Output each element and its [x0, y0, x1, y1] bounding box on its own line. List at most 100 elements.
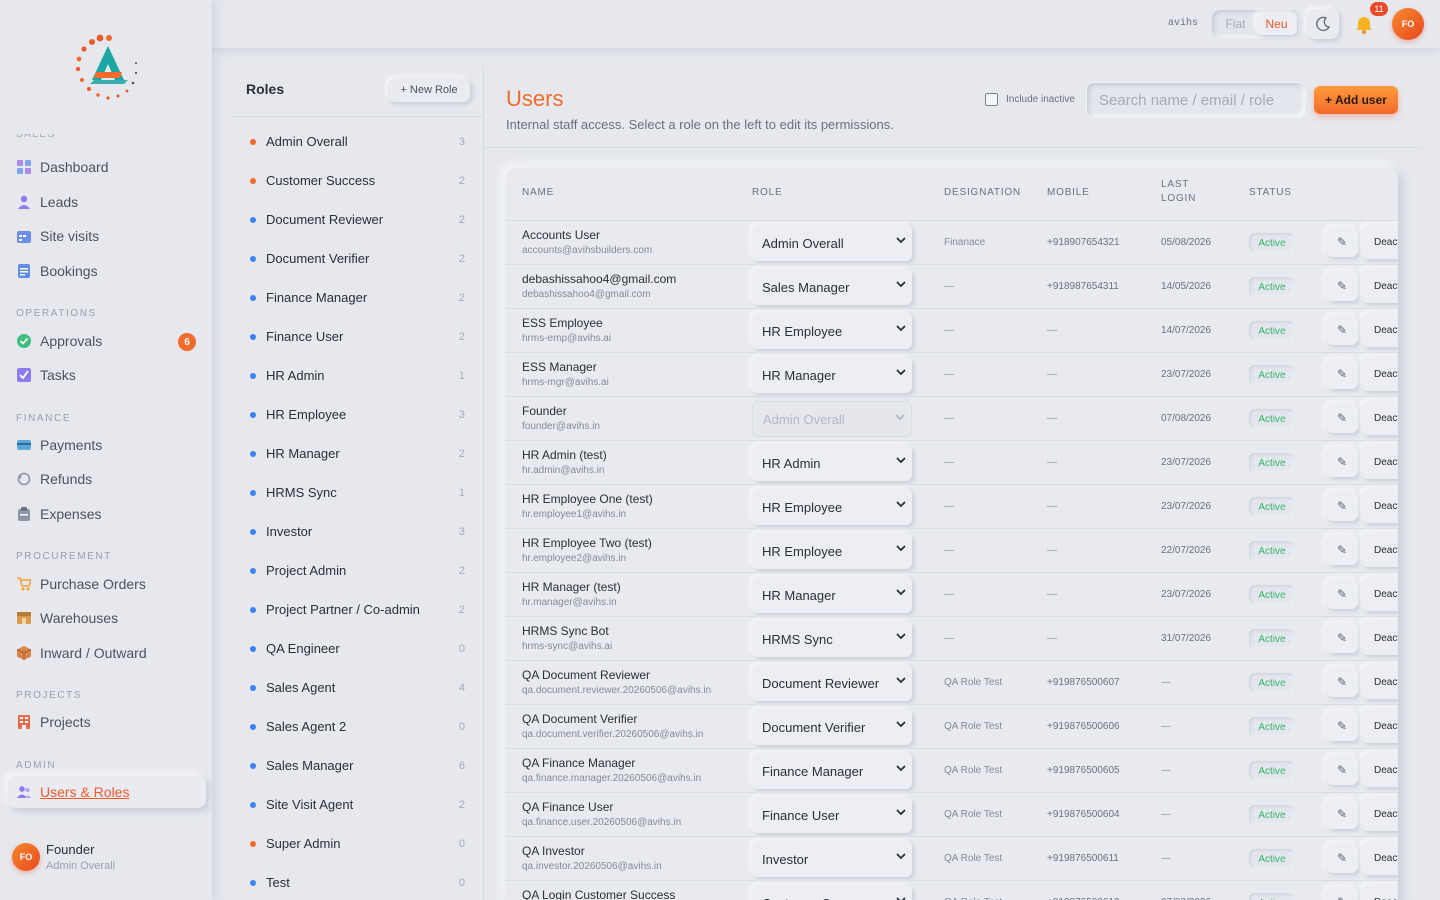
edit-button[interactable]: ✎ — [1326, 535, 1358, 565]
user-name: QA Investor — [522, 844, 585, 858]
role-item[interactable]: HRMS Sync 1 — [232, 473, 484, 512]
deactivate-button[interactable]: Deactivate — [1362, 313, 1398, 347]
nav-expenses[interactable]: Expenses — [8, 498, 206, 530]
deactivate-button[interactable]: Deactivate — [1362, 401, 1398, 435]
role-select[interactable]: HR Admin — [752, 445, 912, 481]
topbar-avatar[interactable]: FO — [1392, 8, 1424, 40]
role-item[interactable]: Sales Agent 4 — [232, 668, 484, 707]
deactivate-button[interactable]: Deactivate — [1362, 841, 1398, 875]
role-item[interactable]: HR Admin 1 — [232, 356, 484, 395]
edit-button[interactable]: ✎ — [1326, 623, 1358, 653]
role-item[interactable]: Sales Agent 2 0 — [232, 707, 484, 746]
edit-button[interactable]: ✎ — [1326, 667, 1358, 697]
nav-warehouses[interactable]: Warehouses — [8, 602, 206, 634]
role-item[interactable]: Project Admin 2 — [232, 551, 484, 590]
role-item[interactable]: Admin Overall 3 — [232, 122, 484, 161]
role-item[interactable]: Finance Manager 2 — [232, 278, 484, 317]
role-select[interactable]: Finance Manager — [752, 753, 912, 789]
deactivate-button[interactable]: Deactivate — [1362, 753, 1398, 787]
edit-button[interactable]: ✎ — [1326, 887, 1358, 900]
role-item[interactable]: Site Visit Agent 2 — [232, 785, 484, 824]
theme-toggle[interactable]: Flat Neu — [1212, 10, 1300, 38]
deactivate-button[interactable]: Deactivate — [1362, 665, 1398, 699]
edit-button[interactable]: ✎ — [1326, 447, 1358, 477]
theme-flat-option[interactable]: Flat — [1215, 13, 1256, 35]
deactivate-button[interactable]: Deactivate — [1362, 709, 1398, 743]
role-select[interactable]: Admin Overall — [752, 225, 912, 261]
deactivate-button[interactable]: Deactivate — [1362, 797, 1398, 831]
edit-button[interactable]: ✎ — [1326, 227, 1358, 257]
edit-button[interactable]: ✎ — [1326, 579, 1358, 609]
edit-button[interactable]: ✎ — [1326, 799, 1358, 829]
edit-button[interactable]: ✎ — [1326, 359, 1358, 389]
role-select[interactable]: Document Verifier — [752, 709, 912, 745]
nav-site-visits[interactable]: Site visits — [8, 220, 206, 252]
role-select[interactable]: Investor — [752, 841, 912, 877]
deactivate-button[interactable]: Deactivate — [1362, 225, 1398, 259]
role-select[interactable]: HRMS Sync — [752, 621, 912, 657]
role-color-dot — [250, 489, 256, 496]
search-input[interactable]: Search name / email / role — [1086, 82, 1306, 118]
brand-logo-icon[interactable] — [70, 32, 142, 104]
role-item[interactable]: Finance User 2 — [232, 317, 484, 356]
role-select[interactable]: HR Manager — [752, 577, 912, 613]
nav-tasks[interactable]: Tasks — [8, 359, 206, 391]
deactivate-button[interactable]: Deactivate — [1362, 577, 1398, 611]
deactivate-button[interactable]: Deactivate — [1362, 445, 1398, 479]
nav-dashboard[interactable]: Dashboard — [8, 151, 206, 183]
deactivate-button[interactable]: Deactivate — [1362, 621, 1398, 655]
role-select[interactable]: HR Manager — [752, 357, 912, 393]
role-item[interactable]: Project Partner / Co-admin 2 — [232, 590, 484, 629]
new-role-button[interactable]: + New Role — [388, 78, 470, 102]
theme-neu-option[interactable]: Neu — [1256, 13, 1297, 35]
include-inactive-checkbox[interactable] — [985, 93, 998, 106]
role-name: Sales Agent — [266, 680, 336, 695]
deactivate-button[interactable]: Deactivate — [1362, 885, 1398, 900]
edit-button[interactable]: ✎ — [1326, 403, 1358, 433]
role-item[interactable]: Investor 3 — [232, 512, 484, 551]
main-divider — [484, 147, 1422, 148]
deactivate-button[interactable]: Deactivate — [1362, 357, 1398, 391]
role-item[interactable]: Customer Success 2 — [232, 161, 484, 200]
role-item[interactable]: Super Admin 0 — [232, 824, 484, 863]
nav-projects[interactable]: Projects — [8, 706, 206, 738]
role-item[interactable]: QA Engineer 0 — [232, 629, 484, 668]
nav-bookings[interactable]: Bookings — [8, 255, 206, 287]
edit-button[interactable]: ✎ — [1326, 711, 1358, 741]
edit-button[interactable]: ✎ — [1326, 843, 1358, 873]
include-inactive-toggle[interactable]: Include inactive — [985, 93, 1075, 106]
add-user-button[interactable]: + Add user — [1314, 86, 1398, 114]
role-color-dot — [250, 567, 256, 574]
role-select[interactable]: HR Employee — [752, 313, 912, 349]
role-item[interactable]: Document Verifier 2 — [232, 239, 484, 278]
dark-mode-button[interactable] — [1307, 9, 1339, 39]
nav-approvals[interactable]: Approvals 6 — [8, 325, 206, 357]
nav-payments[interactable]: Payments — [8, 429, 206, 461]
current-user[interactable]: FO Founder Admin Overall — [12, 842, 115, 872]
role-select[interactable]: HR Employee — [752, 489, 912, 525]
role-select[interactable]: HR Employee — [752, 533, 912, 569]
role-select[interactable]: Document Reviewer — [752, 665, 912, 701]
edit-button[interactable]: ✎ — [1326, 755, 1358, 785]
role-select[interactable]: Sales Manager — [752, 269, 912, 305]
role-item[interactable]: Test 0 — [232, 863, 484, 900]
nav-users-roles[interactable]: Users & Roles — [8, 776, 206, 808]
deactivate-button[interactable]: Deactivate — [1362, 489, 1398, 523]
nav-inward-outward[interactable]: Inward / Outward — [8, 637, 206, 669]
nav-refunds[interactable]: Refunds — [8, 463, 206, 495]
edit-button[interactable]: ✎ — [1326, 315, 1358, 345]
role-item[interactable]: HR Manager 2 — [232, 434, 484, 473]
bell-icon[interactable] — [1352, 12, 1376, 36]
nav-purchase-orders[interactable]: Purchase Orders — [8, 568, 206, 600]
role-item[interactable]: Document Reviewer 2 — [232, 200, 484, 239]
deactivate-button[interactable]: Deactivate — [1362, 533, 1398, 567]
role-item[interactable]: Sales Manager 6 — [232, 746, 484, 785]
role-select[interactable]: Finance User — [752, 797, 912, 833]
nav-leads[interactable]: Leads — [8, 186, 206, 218]
deactivate-button[interactable]: Deactivate — [1362, 269, 1398, 303]
role-item[interactable]: HR Employee 3 — [232, 395, 484, 434]
role-select[interactable]: Customer Success — [752, 885, 912, 900]
edit-button[interactable]: ✎ — [1326, 491, 1358, 521]
user-designation: Finanace — [944, 237, 986, 248]
edit-button[interactable]: ✎ — [1326, 271, 1358, 301]
